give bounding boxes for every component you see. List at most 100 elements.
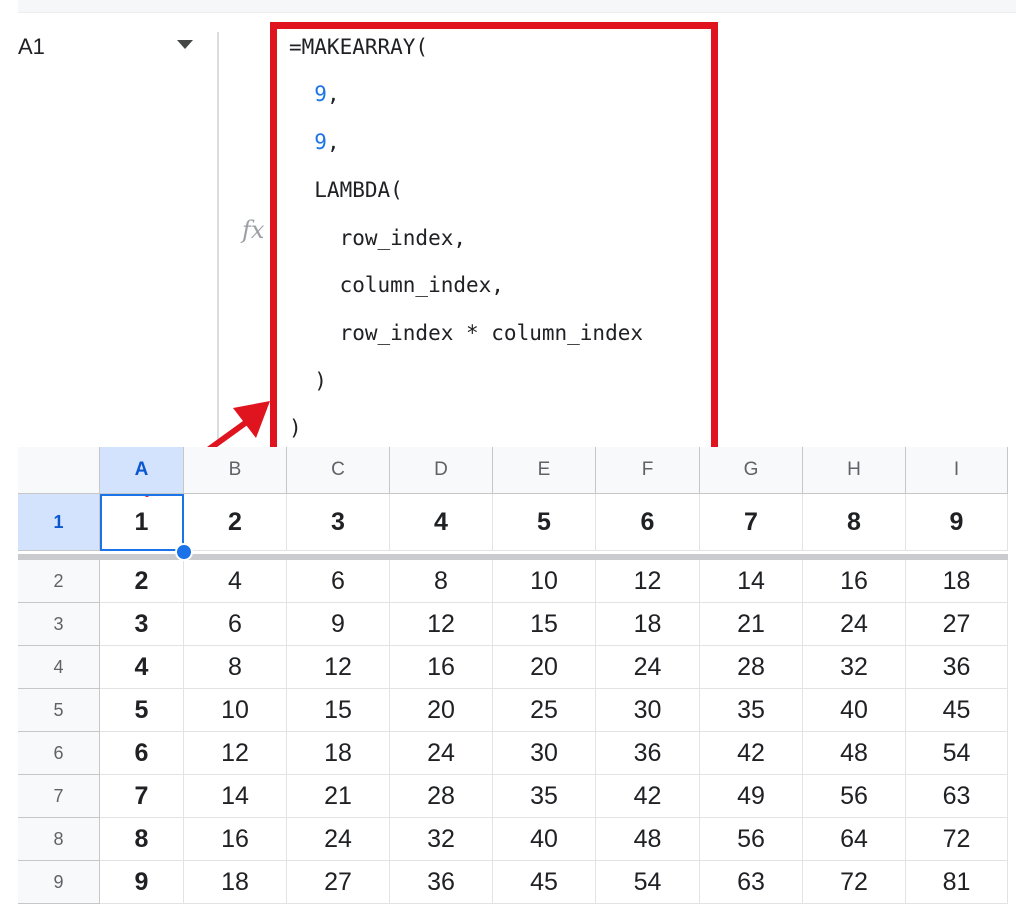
column-header-b[interactable]: B — [184, 447, 287, 494]
cell-a4[interactable]: 4 — [100, 646, 184, 689]
cell-g7[interactable]: 49 — [700, 775, 803, 818]
cell-f6[interactable]: 36 — [596, 732, 700, 775]
cell-a6[interactable]: 6 — [100, 732, 184, 775]
cell-g6[interactable]: 42 — [700, 732, 803, 775]
cell-d2[interactable]: 8 — [390, 560, 493, 603]
cell-e5[interactable]: 25 — [493, 689, 596, 732]
cell-g2[interactable]: 14 — [700, 560, 803, 603]
cell-h7[interactable]: 56 — [803, 775, 906, 818]
cell-d1[interactable]: 4 — [390, 494, 493, 551]
cell-e4[interactable]: 20 — [493, 646, 596, 689]
cell-c4[interactable]: 12 — [287, 646, 390, 689]
cell-c8[interactable]: 24 — [287, 818, 390, 861]
cell-g3[interactable]: 21 — [700, 603, 803, 646]
cell-b6[interactable]: 12 — [184, 732, 287, 775]
cell-c2[interactable]: 6 — [287, 560, 390, 603]
cell-a7[interactable]: 7 — [100, 775, 184, 818]
formula-input[interactable]: =MAKEARRAY( 9, 9, LAMBDA( row_index, col… — [270, 22, 718, 454]
cell-h6[interactable]: 48 — [803, 732, 906, 775]
cell-f5[interactable]: 30 — [596, 689, 700, 732]
cell-b3[interactable]: 6 — [184, 603, 287, 646]
cell-i5[interactable]: 45 — [906, 689, 1008, 732]
cell-b8[interactable]: 16 — [184, 818, 287, 861]
column-header-a[interactable]: A — [100, 447, 184, 494]
cell-e6[interactable]: 30 — [493, 732, 596, 775]
column-header-g[interactable]: G — [700, 447, 803, 494]
cell-d9[interactable]: 36 — [390, 861, 493, 904]
cell-i1[interactable]: 9 — [906, 494, 1008, 551]
cell-d6[interactable]: 24 — [390, 732, 493, 775]
cell-f7[interactable]: 42 — [596, 775, 700, 818]
cell-i8[interactable]: 72 — [906, 818, 1008, 861]
cell-h5[interactable]: 40 — [803, 689, 906, 732]
cell-c5[interactable]: 15 — [287, 689, 390, 732]
cell-f8[interactable]: 48 — [596, 818, 700, 861]
cell-d8[interactable]: 32 — [390, 818, 493, 861]
cell-e2[interactable]: 10 — [493, 560, 596, 603]
cell-c6[interactable]: 18 — [287, 732, 390, 775]
cell-h3[interactable]: 24 — [803, 603, 906, 646]
cell-b4[interactable]: 8 — [184, 646, 287, 689]
cell-b2[interactable]: 4 — [184, 560, 287, 603]
cell-h9[interactable]: 72 — [803, 861, 906, 904]
cell-i7[interactable]: 63 — [906, 775, 1008, 818]
cell-i2[interactable]: 18 — [906, 560, 1008, 603]
cell-a3[interactable]: 3 — [100, 603, 184, 646]
freeze-bar[interactable] — [18, 554, 1008, 560]
row-header-8[interactable]: 8 — [18, 818, 100, 861]
cell-i9[interactable]: 81 — [906, 861, 1008, 904]
row-header-3[interactable]: 3 — [18, 603, 100, 646]
cell-b1[interactable]: 2 — [184, 494, 287, 551]
cell-i6[interactable]: 54 — [906, 732, 1008, 775]
select-all-corner[interactable] — [18, 447, 100, 494]
cell-e3[interactable]: 15 — [493, 603, 596, 646]
cell-h4[interactable]: 32 — [803, 646, 906, 689]
column-header-f[interactable]: F — [596, 447, 700, 494]
cell-f1[interactable]: 6 — [596, 494, 700, 551]
cell-f4[interactable]: 24 — [596, 646, 700, 689]
cell-d5[interactable]: 20 — [390, 689, 493, 732]
cell-c1[interactable]: 3 — [287, 494, 390, 551]
cell-g4[interactable]: 28 — [700, 646, 803, 689]
cell-g9[interactable]: 63 — [700, 861, 803, 904]
cell-c7[interactable]: 21 — [287, 775, 390, 818]
cell-d4[interactable]: 16 — [390, 646, 493, 689]
row-header-6[interactable]: 6 — [18, 732, 100, 775]
cell-e1[interactable]: 5 — [493, 494, 596, 551]
cell-f2[interactable]: 12 — [596, 560, 700, 603]
row-header-9[interactable]: 9 — [18, 861, 100, 904]
cell-a2[interactable]: 2 — [100, 560, 184, 603]
cell-b7[interactable]: 14 — [184, 775, 287, 818]
fill-handle[interactable] — [175, 543, 193, 561]
cell-h8[interactable]: 64 — [803, 818, 906, 861]
cell-e8[interactable]: 40 — [493, 818, 596, 861]
column-header-e[interactable]: E — [493, 447, 596, 494]
cell-i4[interactable]: 36 — [906, 646, 1008, 689]
cell-d7[interactable]: 28 — [390, 775, 493, 818]
cell-b9[interactable]: 18 — [184, 861, 287, 904]
column-header-d[interactable]: D — [390, 447, 493, 494]
row-header-2[interactable]: 2 — [18, 560, 100, 603]
cell-h1[interactable]: 8 — [803, 494, 906, 551]
row-header-7[interactable]: 7 — [18, 775, 100, 818]
column-header-h[interactable]: H — [803, 447, 906, 494]
cell-i3[interactable]: 27 — [906, 603, 1008, 646]
row-header-5[interactable]: 5 — [18, 689, 100, 732]
cell-f9[interactable]: 54 — [596, 861, 700, 904]
cell-g1[interactable]: 7 — [700, 494, 803, 551]
chevron-down-icon[interactable] — [177, 40, 193, 49]
cell-a9[interactable]: 9 — [100, 861, 184, 904]
row-header-4[interactable]: 4 — [18, 646, 100, 689]
cell-h2[interactable]: 16 — [803, 560, 906, 603]
cell-e9[interactable]: 45 — [493, 861, 596, 904]
cell-f3[interactable]: 18 — [596, 603, 700, 646]
column-header-i[interactable]: I — [906, 447, 1008, 494]
cell-c9[interactable]: 27 — [287, 861, 390, 904]
cell-c3[interactable]: 9 — [287, 603, 390, 646]
cell-d3[interactable]: 12 — [390, 603, 493, 646]
cell-a5[interactable]: 5 — [100, 689, 184, 732]
name-box-value[interactable]: A1 — [18, 34, 45, 60]
row-header-1[interactable]: 1 — [18, 494, 100, 551]
cell-b5[interactable]: 10 — [184, 689, 287, 732]
cell-g8[interactable]: 56 — [700, 818, 803, 861]
